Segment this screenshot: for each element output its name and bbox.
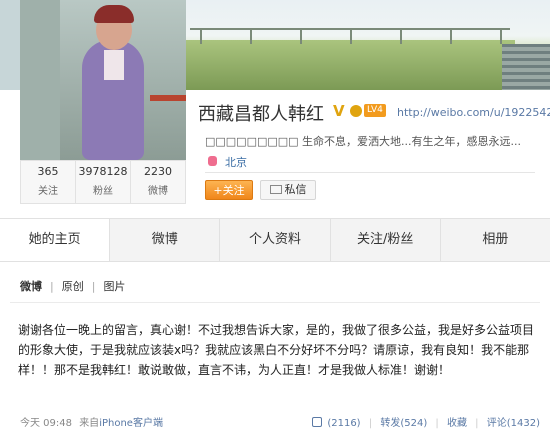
- tab-profile[interactable]: 个人资料: [220, 219, 331, 261]
- cover-fence: [190, 28, 510, 44]
- follow-button[interactable]: +关注: [205, 180, 253, 200]
- message-button[interactable]: 私信: [260, 180, 316, 200]
- post-meta: 今天 09:48 来自iPhone客户端: [20, 414, 163, 429]
- level-badge[interactable]: LV4: [364, 104, 386, 117]
- message-button-label: 私信: [284, 183, 307, 196]
- filter-images[interactable]: 图片: [103, 278, 125, 294]
- like-button[interactable]: (2116): [307, 417, 361, 429]
- filter-original[interactable]: 原创: [62, 278, 84, 294]
- vip-icon[interactable]: [350, 105, 362, 117]
- tab-home[interactable]: 她的主页: [0, 219, 111, 261]
- verified-badge-icon[interactable]: V: [333, 102, 345, 120]
- profile-divider: [205, 172, 535, 173]
- post-text: 谢谢各位一晚上的留言，真心谢！不过我想告诉大家，是的，我做了很多公益，我是好多公…: [18, 323, 535, 377]
- profile-name: 西藏昌都人韩红: [198, 104, 324, 125]
- profile-url[interactable]: http://weibo.com/u/192254231: [397, 106, 550, 119]
- tab-weibo[interactable]: 微博: [110, 219, 221, 261]
- post-source-prefix: 来自: [79, 418, 100, 429]
- envelope-icon: [269, 185, 282, 194]
- profile-tabs: 她的主页 微博 个人资料 关注/粉丝 相册: [0, 218, 550, 262]
- stat-following[interactable]: 365 关注: [21, 161, 76, 203]
- repost-button[interactable]: 转发(524): [380, 418, 427, 429]
- stat-posts[interactable]: 2230 微博: [131, 161, 185, 203]
- cover-steps: [502, 44, 550, 90]
- feed-filter: 微博 | 原创 | 图片: [20, 278, 125, 294]
- post-time[interactable]: 今天 09:48: [20, 418, 72, 429]
- avatar[interactable]: [20, 0, 186, 160]
- stat-followers[interactable]: 3978128 粉丝: [76, 161, 131, 203]
- filter-separator: |: [50, 279, 54, 293]
- filter-all[interactable]: 微博: [20, 278, 42, 294]
- stat-posts-label: 微博: [148, 186, 168, 197]
- comment-button[interactable]: 评论(1432): [487, 418, 540, 429]
- cover-hill: [185, 40, 515, 90]
- like-count: (2116): [327, 418, 361, 429]
- favorite-button[interactable]: 收藏: [447, 418, 467, 429]
- stat-posts-count: 2230: [144, 165, 172, 178]
- thumbs-up-icon: [312, 417, 323, 427]
- profile-location: 北京: [225, 156, 247, 169]
- feed-divider: [10, 302, 540, 303]
- stat-followers-label: 粉丝: [93, 186, 113, 197]
- filter-separator: |: [91, 279, 96, 293]
- stat-followers-count: 3978128: [78, 165, 128, 178]
- post-source[interactable]: iPhone客户端: [99, 418, 163, 429]
- profile-stats: 365 关注 3978128 粉丝 2230 微博: [20, 160, 186, 204]
- stat-following-count: 365: [37, 165, 59, 178]
- stat-following-label: 关注: [38, 186, 58, 197]
- tab-follow[interactable]: 关注/粉丝: [331, 219, 441, 261]
- female-icon: [208, 156, 217, 166]
- post-actions: (2116) | 转发(524) | 收藏 | 评论(1432): [302, 414, 540, 429]
- banner-left-strip: [0, 0, 20, 90]
- tab-album[interactable]: 相册: [441, 219, 550, 261]
- profile-bio: □□□□□□□□□ 生命不息，爱洒大地...有生之年，感恩永远...: [205, 135, 522, 148]
